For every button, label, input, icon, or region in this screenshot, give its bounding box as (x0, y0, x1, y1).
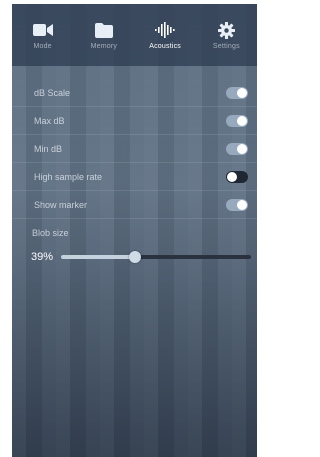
setting-label: Show marker (34, 199, 88, 210)
toggle-knob (237, 199, 247, 210)
blob-size-slider[interactable] (61, 251, 251, 263)
tab-settings[interactable]: Settings (196, 4, 257, 66)
setting-row-high-sample-rate[interactable]: High sample rate (12, 163, 257, 191)
tab-memory[interactable]: Memory (73, 4, 134, 66)
show-marker-toggle[interactable] (226, 198, 248, 211)
app-screen: Mode Memory Acoustics Settings dB Scale … (12, 4, 257, 457)
video-camera-icon (32, 19, 53, 41)
setting-row-show-marker[interactable]: Show marker (12, 191, 257, 219)
toggle-knob (227, 171, 237, 182)
high-sample-rate-toggle[interactable] (226, 170, 248, 183)
blob-size-value: 39% (31, 251, 54, 263)
max-db-toggle[interactable] (226, 114, 248, 127)
blob-size-slider-row: 39% (31, 248, 251, 266)
setting-row-min-db[interactable]: Min dB (12, 135, 257, 163)
setting-label: Min dB (34, 143, 63, 154)
toggle-knob (237, 143, 247, 154)
tab-label: Acoustics (149, 43, 181, 50)
folder-icon (94, 19, 113, 41)
settings-list: dB Scale Max dB Min dB High sample rate … (12, 79, 257, 219)
tab-mode[interactable]: Mode (12, 4, 73, 66)
waveform-icon (155, 19, 175, 41)
toggle-knob (237, 87, 247, 98)
tab-label: Mode (33, 43, 52, 50)
tab-acoustics[interactable]: Acoustics (135, 4, 196, 66)
tab-label: Settings (212, 43, 240, 50)
setting-label: dB Scale (34, 87, 71, 98)
tab-label: Memory (90, 43, 118, 50)
setting-label: High sample rate (34, 171, 103, 182)
min-db-toggle[interactable] (226, 142, 248, 155)
slider-fill (61, 255, 136, 259)
db-scale-toggle[interactable] (226, 86, 248, 99)
setting-row-db-scale[interactable]: dB Scale (12, 79, 257, 107)
slider-thumb[interactable] (129, 251, 142, 263)
setting-row-max-db[interactable]: Max dB (12, 107, 257, 135)
setting-label: Max dB (34, 115, 65, 126)
gear-icon (217, 19, 235, 41)
blob-size-label: Blob size (32, 228, 69, 238)
toggle-knob (237, 115, 247, 126)
tab-bar: Mode Memory Acoustics Settings (12, 4, 257, 66)
